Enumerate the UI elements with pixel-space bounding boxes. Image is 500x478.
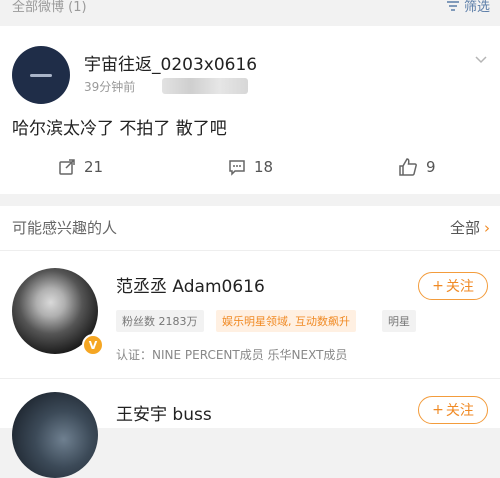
category-tag: 明星 [382,310,416,332]
filter-label: 筛选 [463,0,490,15]
filter-icon [446,0,459,11]
follow-label: 关注 [445,403,474,419]
see-all-link[interactable]: 全部 › [450,217,490,238]
user-card[interactable]: 王安宇 buss + 关注 [0,388,500,478]
comment-button[interactable]: 18 [228,158,273,176]
weibo-post: 宇宙往返_0203x0616 39分钟前 哈尔滨太冷了 不拍了 散了吧 21 1… [0,26,500,194]
divider [0,378,500,379]
user-name[interactable]: 范丞丞 Adam0616 [116,272,265,297]
user-card[interactable]: V 范丞丞 Adam0616 + 关注 粉丝数 2183万 娱乐明星领域, 互动… [0,264,500,374]
post-time: 39分钟前 [84,80,136,94]
comment-count: 18 [254,158,274,176]
post-username[interactable]: 宇宙往返_0203x0616 [84,50,257,75]
repost-icon [59,159,75,175]
verified-badge-icon: V [82,334,104,356]
plus-icon: + [432,278,444,294]
see-all-label: 全部 [449,219,480,237]
avatar-logo [30,73,52,77]
follow-button[interactable]: + 关注 [418,396,488,424]
fans-count: 2183万 [158,315,198,328]
follow-label: 关注 [445,279,474,295]
post-text: 哈尔滨太冷了 不拍了 散了吧 [12,119,227,139]
recommend-header: 可能感兴趣的人 全部 › [0,206,500,251]
like-button[interactable]: 9 [398,158,436,176]
user-name[interactable]: 王安宇 buss [116,400,212,425]
comment-icon [229,160,245,176]
blurred-source [162,78,248,94]
follow-button[interactable]: + 关注 [418,272,488,300]
plus-icon: + [432,402,444,418]
feed-header: 全部微博 (1) 筛选 [0,0,500,24]
like-count: 9 [426,158,436,176]
domain-tag: 娱乐明星领域, 互动数飙升 [216,310,356,332]
fans-label: 粉丝数 [122,315,155,328]
filter-button[interactable]: 筛选 [446,0,490,15]
chevron-right-icon: › [484,218,490,237]
chevron-down-icon[interactable] [474,52,488,66]
post-actions: 21 18 9 [0,156,500,186]
thumbs-up-icon [399,158,417,176]
repost-count: 21 [84,158,104,176]
recommend-title: 可能感兴趣的人 [12,219,118,237]
fans-tag: 粉丝数 2183万 [116,310,204,332]
repost-button[interactable]: 21 [58,158,103,176]
feed-count-title: 全部微博 (1) [12,0,87,15]
verification-text: 认证：NINE PERCENT成员 乐华NEXT成员 [116,348,348,362]
recommend-section: 可能感兴趣的人 全部 › V 范丞丞 Adam0616 + 关注 粉丝数 218… [0,206,500,478]
user-avatar[interactable] [12,392,98,478]
avatar[interactable] [12,46,70,104]
